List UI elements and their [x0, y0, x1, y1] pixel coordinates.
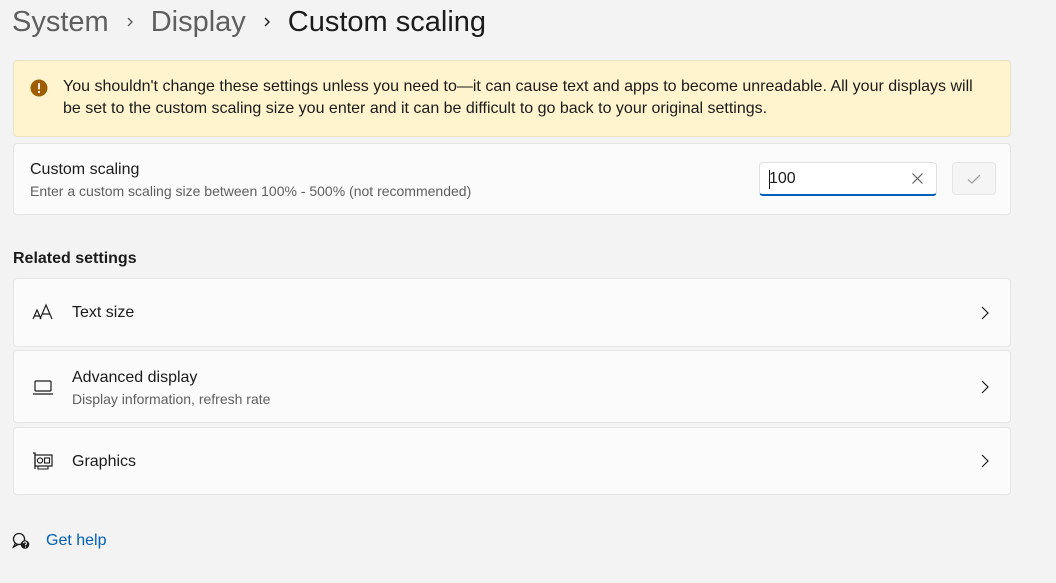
confirm-button[interactable] — [952, 162, 996, 195]
warning-icon — [30, 79, 48, 97]
breadcrumb-display[interactable]: Display — [151, 2, 246, 42]
page-title: Custom scaling — [287, 6, 487, 38]
chevron-right-icon — [981, 380, 989, 394]
text-size-label: Text size — [72, 304, 135, 321]
breadcrumb-system[interactable]: System — [12, 2, 109, 42]
text-caret — [769, 170, 770, 189]
graphics-label: Graphics — [72, 453, 137, 470]
clear-icon[interactable] — [911, 172, 924, 185]
text-size-icon — [32, 303, 53, 320]
chevron-right-icon — [981, 306, 989, 320]
warning-banner: You shouldn't change these settings unle… — [13, 60, 1011, 137]
custom-scaling-input-value: 100 — [769, 170, 796, 187]
related-item-graphics[interactable]: Graphics — [13, 427, 1011, 495]
custom-scaling-description: Enter a custom scaling size between 100%… — [30, 183, 472, 199]
advanced-display-label: Advanced display — [72, 369, 198, 386]
chevron-right-icon — [246, 16, 288, 28]
custom-scaling-input[interactable]: 100 — [759, 162, 937, 196]
chevron-right-icon — [981, 454, 989, 468]
get-help-link[interactable]: Get help — [46, 532, 106, 550]
help-icon — [12, 532, 30, 549]
checkmark-icon — [967, 174, 981, 184]
monitor-icon — [33, 380, 53, 395]
related-item-advanced-display[interactable]: Advanced display Display information, re… — [13, 350, 1011, 423]
related-item-text-size[interactable]: Text size — [13, 278, 1011, 347]
chevron-right-icon — [109, 16, 151, 28]
get-help[interactable]: Get help — [12, 530, 106, 552]
related-settings-heading: Related settings — [13, 250, 137, 267]
advanced-display-description: Display information, refresh rate — [72, 391, 271, 407]
custom-scaling-title: Custom scaling — [30, 161, 140, 178]
graphics-card-icon — [33, 452, 53, 470]
warning-text: You shouldn't change these settings unle… — [63, 78, 973, 117]
breadcrumb: System Display Custom scaling — [12, 2, 486, 42]
custom-scaling-card: Custom scaling Enter a custom scaling si… — [13, 143, 1011, 215]
